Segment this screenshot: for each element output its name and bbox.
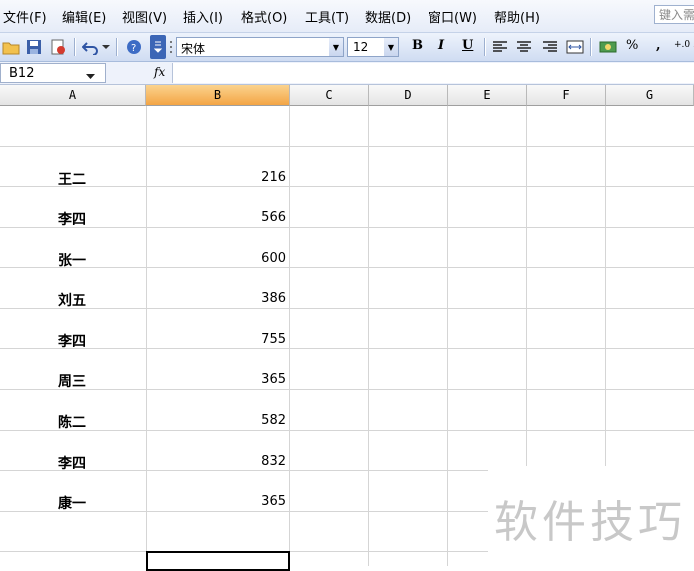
cell-value[interactable]: 755 — [261, 332, 286, 347]
cell-name[interactable]: 张一 — [58, 250, 86, 270]
fx-icon[interactable]: fx — [154, 65, 165, 79]
grid-line — [0, 186, 694, 187]
cell-value[interactable]: 566 — [261, 210, 286, 225]
align-center-icon[interactable] — [514, 37, 534, 57]
grid-line — [0, 430, 694, 431]
cell-name[interactable]: 李四 — [58, 331, 86, 351]
increase-decimal-button[interactable]: +.0 .00 — [674, 40, 694, 50]
cell-name[interactable]: 王二 — [58, 169, 86, 189]
active-cell[interactable] — [146, 551, 290, 571]
grid-line — [447, 106, 448, 566]
menu-view[interactable]: 视图(V) — [122, 7, 167, 26]
cell-name[interactable]: 李四 — [58, 453, 86, 473]
cell-name[interactable]: 陈二 — [58, 412, 86, 432]
align-left-icon[interactable] — [490, 37, 510, 57]
grid-line — [0, 389, 694, 390]
column-header-f[interactable]: F — [527, 85, 606, 106]
help-search-input[interactable]: 键入需 — [654, 5, 694, 24]
grid-line — [0, 348, 694, 349]
column-header-b[interactable]: B — [146, 85, 290, 106]
menu-tools[interactable]: 工具(T) — [305, 7, 349, 26]
undo-dropdown-icon[interactable] — [100, 37, 112, 57]
menu-window[interactable]: 窗口(W) — [428, 7, 477, 26]
column-header-d[interactable]: D — [369, 85, 448, 106]
cell-name[interactable]: 李四 — [58, 209, 86, 229]
open-folder-icon[interactable] — [1, 37, 21, 57]
font-size-value: 12 — [353, 40, 369, 54]
grid-line — [0, 308, 694, 309]
menu-insert[interactable]: 插入(I) — [183, 7, 223, 26]
grid-line — [0, 267, 694, 268]
cell-value[interactable]: 216 — [261, 170, 286, 185]
menu-help[interactable]: 帮助(H) — [494, 7, 540, 26]
cell-value[interactable]: 365 — [261, 372, 286, 387]
menu-data[interactable]: 数据(D) — [365, 7, 411, 26]
toolbar-separator — [590, 38, 592, 56]
font-size-select[interactable]: 12 ▼ — [347, 37, 399, 57]
font-name-select[interactable]: 宋体 ▼ — [176, 37, 344, 57]
save-icon[interactable] — [24, 37, 44, 57]
chevron-down-icon[interactable] — [86, 69, 95, 83]
permission-icon[interactable] — [48, 37, 68, 57]
toolbar-options-icon[interactable] — [150, 35, 166, 59]
formula-input[interactable] — [172, 63, 694, 83]
cell-value[interactable]: 600 — [261, 251, 286, 266]
grid-line — [0, 227, 694, 228]
grid-line — [368, 106, 369, 566]
menu-file[interactable]: 文件(F) — [3, 7, 47, 26]
percent-button[interactable]: % — [626, 38, 638, 53]
column-header-e[interactable]: E — [448, 85, 527, 106]
toolbar-separator — [116, 38, 118, 56]
align-right-icon[interactable] — [540, 37, 560, 57]
column-header-g[interactable]: G — [606, 85, 694, 106]
toolbar-grip-icon — [168, 37, 174, 57]
cell-name[interactable]: 康一 — [58, 493, 86, 513]
bold-button[interactable]: B — [412, 38, 423, 53]
svg-text:?: ? — [131, 43, 136, 54]
menu-format[interactable]: 格式(O) — [241, 7, 287, 26]
cell-value[interactable]: 582 — [261, 413, 286, 428]
grid-line — [289, 106, 290, 566]
menu-bar: 文件(F) 编辑(E) 视图(V) 插入(I) 格式(O) 工具(T) 数据(D… — [0, 0, 694, 33]
watermark-text: 软件技巧 — [494, 497, 686, 548]
formula-bar: B12 fx — [0, 62, 694, 85]
currency-icon[interactable] — [598, 37, 618, 57]
comma-style-button[interactable]: , — [656, 38, 661, 53]
cell-value[interactable]: 386 — [261, 291, 286, 306]
underline-button[interactable]: U — [462, 38, 473, 53]
help-icon[interactable]: ? — [124, 37, 144, 57]
undo-icon[interactable] — [80, 37, 100, 57]
cell-name[interactable]: 周三 — [58, 371, 86, 391]
cell-value[interactable]: 365 — [261, 494, 286, 509]
chevron-down-icon[interactable]: ▼ — [384, 38, 398, 56]
cell-value[interactable]: 832 — [261, 454, 286, 469]
toolbar: ? 宋体 ▼ 12 ▼ B I U % , +.0 .00 — [0, 33, 694, 62]
merge-center-icon[interactable] — [565, 37, 585, 57]
toolbar-separator — [74, 38, 76, 56]
cell-name[interactable]: 刘五 — [58, 290, 86, 310]
name-box-value: B12 — [9, 66, 35, 81]
toolbar-separator — [484, 38, 486, 56]
font-name-value: 宋体 — [181, 42, 206, 56]
column-header-a[interactable]: A — [0, 85, 146, 106]
italic-button[interactable]: I — [438, 38, 444, 53]
grid-line — [146, 106, 147, 566]
chevron-down-icon[interactable]: ▼ — [329, 38, 343, 56]
column-header-c[interactable]: C — [290, 85, 369, 106]
grid-line — [0, 146, 694, 147]
menu-edit[interactable]: 编辑(E) — [62, 7, 106, 26]
